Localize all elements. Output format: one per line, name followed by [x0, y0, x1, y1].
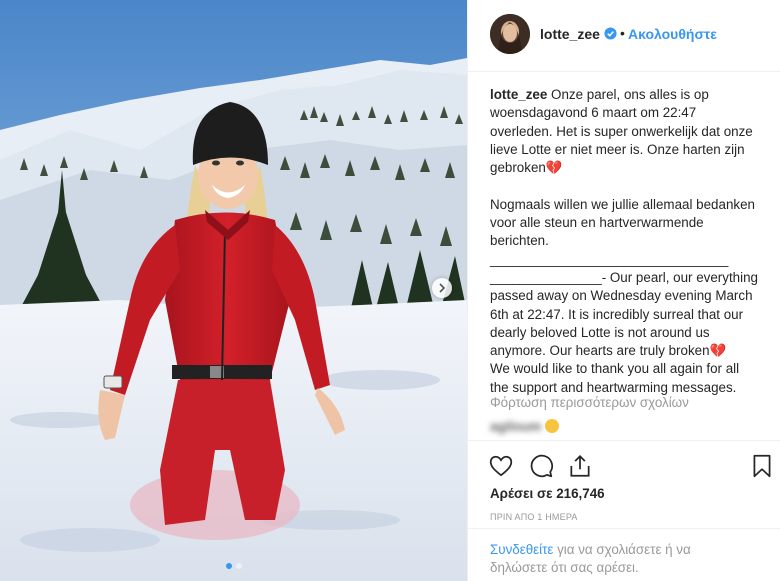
login-link[interactable]: Συνδεθείτε — [490, 542, 553, 557]
load-more-comments-link[interactable]: Φόρτωση περισσότερων σχολίων — [490, 395, 689, 410]
username-link[interactable]: lotte_zee — [540, 26, 600, 42]
caption-text-3: We would like to thank you all again for… — [490, 361, 740, 395]
follow-button[interactable]: Ακολουθήστε — [628, 26, 717, 42]
bookmark-icon[interactable] — [749, 453, 775, 479]
carousel-indicators — [0, 563, 467, 569]
like-count[interactable]: Αρέσει σε 216,746 — [490, 486, 605, 501]
post-timestamp[interactable]: ΠΡΙΝ ΑΠΟ 1 ΗΜΕΡΑ — [490, 512, 578, 522]
verified-badge-icon — [604, 27, 617, 40]
caption-username[interactable]: lotte_zee — [490, 87, 547, 102]
separator-dot: • — [620, 25, 625, 41]
next-image-button[interactable] — [432, 278, 452, 298]
caption-text-2: Nogmaals willen we jullie allemaal bedan… — [490, 196, 759, 359]
login-prompt-text: Συνδεθείτε για να σχολιάσετε ή να δηλώσε… — [490, 541, 740, 576]
post-photo[interactable] — [0, 0, 467, 581]
broken-heart-icon: 💔 — [709, 343, 727, 359]
post-header: lotte_zee • Ακολουθήστε — [468, 0, 780, 72]
carousel-dot — [235, 563, 242, 569]
chevron-right-icon — [439, 283, 446, 293]
login-prompt: Συνδεθείτε για να σχολιάσετε ή να δηλώσε… — [468, 528, 780, 581]
post-caption: lotte_zee Onze parel, ons alles is op wo… — [490, 86, 758, 397]
heart-icon[interactable] — [488, 453, 514, 479]
blurred-commenter: agiloum — [490, 419, 542, 434]
post-side-panel: lotte_zee • Ακολουθήστε lotte_zee Onze p… — [467, 0, 780, 581]
smile-emoji-icon — [545, 419, 560, 433]
carousel-dot — [225, 563, 232, 569]
broken-heart-icon: 💔 — [545, 160, 563, 176]
share-icon[interactable] — [567, 453, 593, 479]
comment-item: agiloum — [490, 419, 560, 434]
avatar[interactable] — [490, 14, 530, 54]
comment-icon[interactable] — [528, 453, 554, 479]
